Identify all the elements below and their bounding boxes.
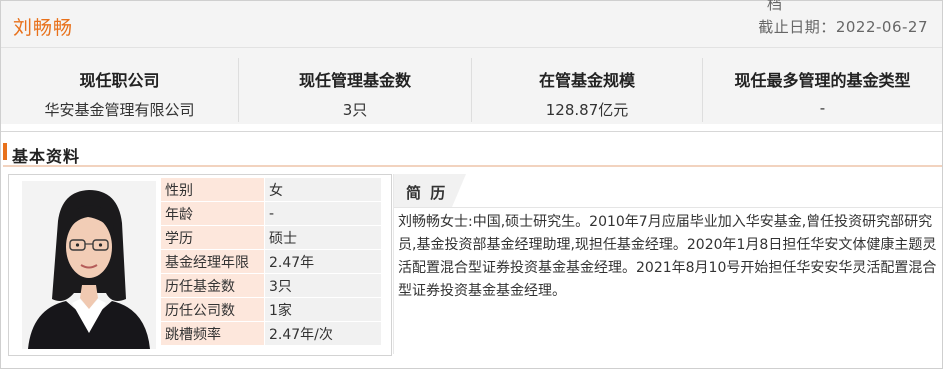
summary-label: 现任管理基金数 bbox=[298, 71, 411, 90]
manager-name: 刘畅畅 bbox=[13, 17, 74, 39]
profile-key: 性别 bbox=[161, 178, 265, 202]
summary-panel: 现任职公司 华安基金管理有限公司 现任管理基金数 3只 在管基金规模 128.8… bbox=[1, 48, 942, 124]
summary-fund-count: 现任管理基金数 3只 bbox=[239, 58, 471, 122]
summary-label: 在管基金规模 bbox=[538, 71, 635, 90]
profile-value: - bbox=[264, 201, 381, 226]
profile-value: 3只 bbox=[264, 273, 381, 298]
summary-label: 现任职公司 bbox=[79, 71, 160, 90]
profile-key: 年龄 bbox=[161, 201, 265, 226]
summary-label: 现任最多管理的基金类型 bbox=[734, 71, 911, 90]
table-row: 学历 硕士 bbox=[161, 225, 381, 250]
table-row: 年龄 - bbox=[161, 201, 381, 226]
table-row: 跳槽频率 2.47年/次 bbox=[161, 321, 381, 346]
profile-value: 1家 bbox=[264, 297, 381, 322]
profile-value: 2.47年 bbox=[264, 249, 381, 274]
section-title: 基本资料 bbox=[12, 147, 81, 166]
profile-key: 基金经理年限 bbox=[161, 249, 265, 274]
profile-key: 历任基金数 bbox=[161, 273, 265, 298]
portrait-image bbox=[22, 181, 156, 349]
resume-title: 简 历 bbox=[406, 184, 448, 202]
deadline-date: 截止日期：2022-06-27 bbox=[758, 16, 928, 37]
resume-text: 刘畅畅女士:中国,硕士研究生。2010年7月应届毕业加入华安基金,曾任投资研究部… bbox=[398, 214, 937, 299]
deadline-label: 截止日期： bbox=[758, 18, 836, 36]
section-top-rule bbox=[1, 131, 942, 132]
summary-fund-scale: 在管基金规模 128.87亿元 bbox=[472, 58, 702, 122]
header-top-mark: 档 bbox=[767, 0, 783, 13]
summary-fund-type: 现任最多管理的基金类型 - bbox=[703, 58, 942, 122]
summary-value: - bbox=[819, 99, 826, 117]
section-accent-bar bbox=[3, 143, 7, 160]
profile-value: 硕士 bbox=[264, 225, 381, 250]
summary-value: 华安基金管理有限公司 bbox=[44, 101, 195, 119]
table-row: 历任公司数 1家 bbox=[161, 297, 381, 322]
deadline-value: 2022-06-27 bbox=[835, 18, 928, 36]
profile-value: 2.47年/次 bbox=[264, 321, 381, 346]
profile-key: 历任公司数 bbox=[161, 297, 265, 322]
profile-key: 学历 bbox=[161, 225, 265, 250]
summary-current-company: 现任职公司 华安基金管理有限公司 bbox=[1, 58, 238, 122]
table-row: 性别女 bbox=[161, 178, 381, 202]
profile-value: 女 bbox=[264, 178, 381, 202]
header: 刘畅畅 档 截止日期：2022-06-27 bbox=[1, 0, 942, 48]
manager-photo bbox=[22, 181, 156, 349]
profile-card: 性别女 年龄 - 学历 硕士 基金经理年限 2.47年 历任基金数 3只 历任公司数 1家… bbox=[8, 174, 392, 356]
profile-table: 性别女 年龄 - 学历 硕士 基金经理年限 2.47年 历任基金数 3只 历任公司数 1家… bbox=[161, 178, 381, 346]
profile-key: 跳槽频率 bbox=[161, 321, 265, 346]
resume-header: 简 历 bbox=[394, 174, 942, 208]
table-row: 历任基金数 3只 bbox=[161, 273, 381, 298]
section-underline bbox=[3, 165, 942, 167]
summary-value: 3只 bbox=[342, 101, 368, 119]
table-row: 基金经理年限 2.47年 bbox=[161, 249, 381, 274]
summary-value: 128.87亿元 bbox=[545, 101, 629, 119]
